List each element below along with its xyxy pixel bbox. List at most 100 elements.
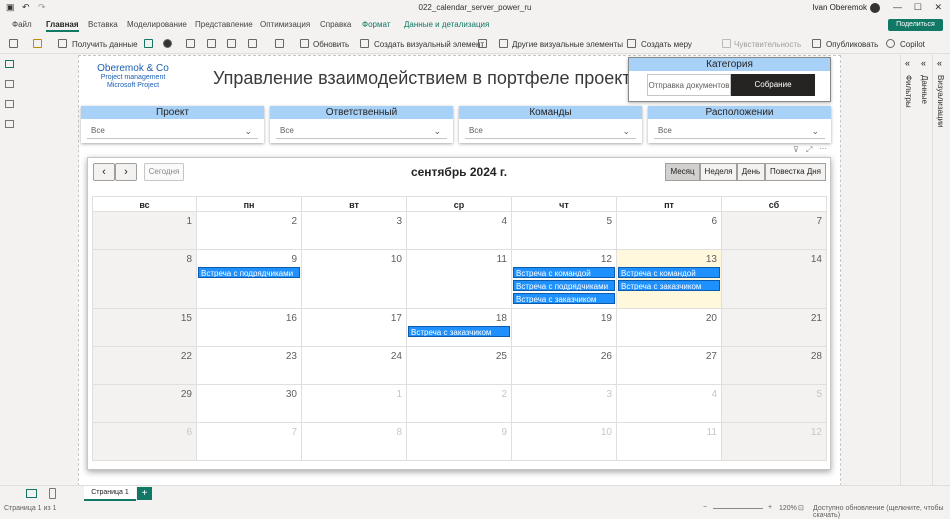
day-cell[interactable]: 29 (92, 385, 197, 423)
publish-icon[interactable] (812, 39, 821, 48)
other-visuals-button[interactable]: Другие визуальные элементы (512, 40, 623, 49)
visualizations-pane[interactable]: « Визуализации (932, 55, 950, 485)
day-cell[interactable]: 2 (407, 385, 512, 423)
maximize-icon[interactable]: ☐ (914, 2, 922, 13)
collapse-filters-icon[interactable]: « (905, 58, 910, 68)
view-week-button[interactable]: Неделя (700, 163, 737, 181)
report-view-icon[interactable] (5, 60, 14, 68)
menu-modeling[interactable]: Моделирование (127, 20, 187, 29)
day-cell[interactable]: 10 (512, 423, 617, 461)
day-cell[interactable]: 4 (407, 212, 512, 250)
menu-file[interactable]: Файл (12, 20, 32, 29)
day-cell[interactable]: 1 (302, 385, 407, 423)
table-view-icon[interactable] (5, 80, 14, 88)
copilot-icon[interactable] (886, 39, 895, 48)
day-cell[interactable]: 16 (197, 309, 302, 347)
category-option-meeting[interactable]: Собрание (731, 74, 815, 96)
day-cell[interactable]: 5 (722, 385, 827, 423)
zoom-out-icon[interactable]: − (703, 504, 707, 511)
page-tab[interactable]: Страница 1 (84, 486, 136, 501)
filter-dropdown[interactable]: Все ⌄ (654, 123, 825, 139)
day-cell[interactable]: 9 Встреча с подрядчиками (197, 250, 302, 309)
dax-query-icon[interactable] (5, 120, 14, 128)
model-view-icon[interactable] (5, 100, 14, 108)
mobile-layout-icon[interactable] (49, 488, 56, 499)
day-cell[interactable]: 1 (92, 212, 197, 250)
filter-dropdown[interactable]: Все ⌄ (465, 123, 636, 139)
day-cell[interactable]: 27 (617, 347, 722, 385)
minimize-icon[interactable]: — (893, 2, 902, 12)
day-cell[interactable]: 28 (722, 347, 827, 385)
day-cell[interactable]: 21 (722, 309, 827, 347)
day-cell[interactable]: 10 (302, 250, 407, 309)
day-cell[interactable]: 6 (617, 212, 722, 250)
menu-view[interactable]: Представление (195, 20, 253, 29)
day-cell[interactable]: 12 (722, 423, 827, 461)
recent-sources-icon[interactable] (248, 39, 257, 48)
day-cell[interactable]: 4 (617, 385, 722, 423)
zoom-slider[interactable] (713, 508, 763, 509)
desktop-layout-icon[interactable] (26, 489, 37, 498)
day-cell[interactable]: 17 (302, 309, 407, 347)
day-cell[interactable]: 24 (302, 347, 407, 385)
filters-pane[interactable]: « Фильтры (900, 55, 918, 485)
day-cell[interactable]: 7 (197, 423, 302, 461)
avatar[interactable] (870, 3, 880, 13)
calendar-event[interactable]: Встреча с командой (513, 267, 615, 278)
new-measure-icon[interactable] (627, 39, 636, 48)
publish-button[interactable]: Опубликовать (826, 40, 878, 49)
calendar-event[interactable]: Встреча с подрядчиками (198, 267, 300, 278)
share-button[interactable]: Поделиться (888, 19, 943, 31)
day-cell[interactable]: 23 (197, 347, 302, 385)
day-cell[interactable]: 12 Встреча с командой Встреча с подрядчика… (512, 250, 617, 309)
fit-page-icon[interactable]: ⊡ (798, 504, 804, 512)
paste-icon[interactable] (9, 39, 18, 48)
refresh-icon[interactable] (300, 39, 309, 48)
zoom-in-icon[interactable]: + (768, 504, 772, 511)
create-measure-button[interactable]: Создать меру (641, 40, 692, 49)
day-cell[interactable]: 19 (512, 309, 617, 347)
day-cell[interactable]: 13 Встреча с командой Встреча с заказчиком (617, 250, 722, 309)
new-visual-icon[interactable] (360, 39, 369, 48)
view-month-button[interactable]: Месяц (665, 163, 700, 181)
data-hub-icon[interactable] (163, 39, 172, 48)
add-page-button[interactable]: + (137, 487, 152, 500)
day-cell[interactable]: 6 (92, 423, 197, 461)
calendar-event[interactable]: Встреча с командой (618, 267, 720, 278)
day-cell[interactable]: 26 (512, 347, 617, 385)
calendar-event[interactable]: Встреча с заказчиком (408, 326, 510, 337)
excel-icon[interactable] (144, 39, 153, 48)
day-cell[interactable]: 20 (617, 309, 722, 347)
day-cell[interactable]: 9 (407, 423, 512, 461)
sql-icon[interactable] (186, 39, 195, 48)
focus-mode-icon[interactable]: ⤢ (806, 145, 812, 155)
day-cell[interactable]: 5 (512, 212, 617, 250)
data-pane[interactable]: « Данные (919, 55, 932, 485)
enter-data-icon[interactable] (207, 39, 216, 48)
collapse-viz-icon[interactable]: « (937, 58, 942, 68)
calendar-event[interactable]: Встреча с подрядчиками (513, 280, 615, 291)
more-options-icon[interactable]: ⋯ (819, 144, 827, 153)
view-day-button[interactable]: День (737, 163, 765, 181)
transform-data-icon[interactable] (275, 39, 284, 48)
filter-dropdown[interactable]: Все ⌄ (87, 123, 258, 139)
copilot-button[interactable]: Copilot (900, 40, 925, 49)
calendar-event[interactable]: Встреча с заказчиком (513, 293, 615, 304)
filter-dropdown[interactable]: Все ⌄ (276, 123, 447, 139)
day-cell[interactable]: 14 (722, 250, 827, 309)
day-cell[interactable]: 3 (512, 385, 617, 423)
menu-help[interactable]: Справка (320, 20, 351, 29)
refresh-button[interactable]: Обновить (313, 40, 349, 49)
more-visuals-icon[interactable] (499, 39, 508, 48)
calendar-event[interactable]: Встреча с заказчиком (618, 280, 720, 291)
format-painter-icon[interactable] (33, 39, 42, 48)
create-visual-button[interactable]: Создать визуальный элемент (374, 40, 484, 49)
menu-data-drill[interactable]: Данные и детализация (404, 20, 489, 29)
day-cell[interactable]: 8 (302, 423, 407, 461)
day-cell[interactable]: 11 (617, 423, 722, 461)
day-cell[interactable]: 8 (92, 250, 197, 309)
view-agenda-button[interactable]: Повестка Дня (765, 163, 826, 181)
menu-format[interactable]: Формат (362, 20, 390, 29)
menu-home[interactable]: Главная (46, 20, 79, 32)
day-cell[interactable]: 3 (302, 212, 407, 250)
